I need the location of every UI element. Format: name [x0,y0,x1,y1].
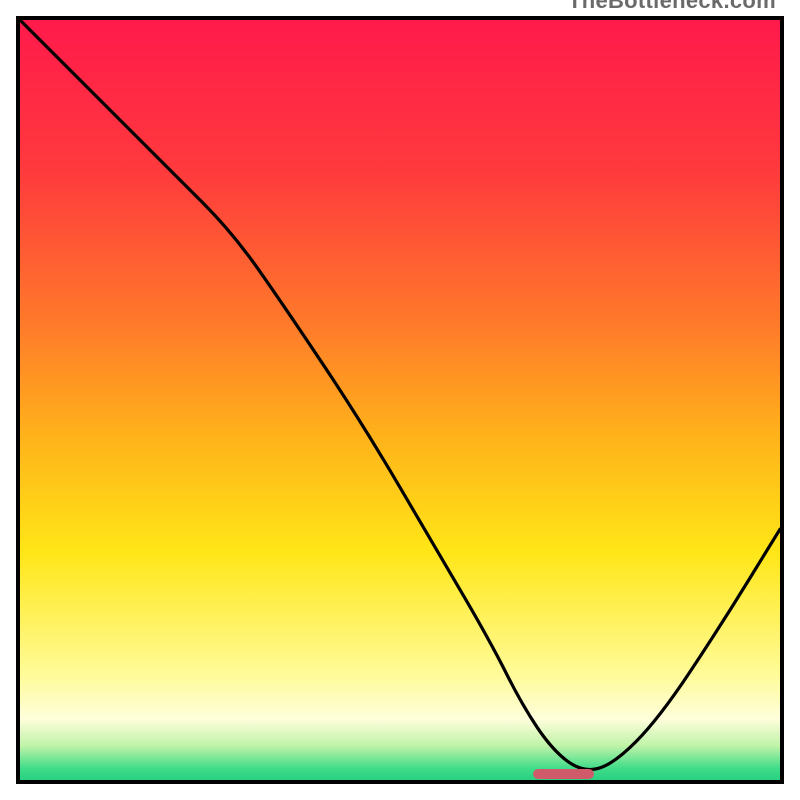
watermark-text: TheBottleneck.com [568,0,776,14]
bottleneck-curve [20,20,780,780]
chart-frame [16,16,784,784]
optimal-range-marker [533,769,594,779]
